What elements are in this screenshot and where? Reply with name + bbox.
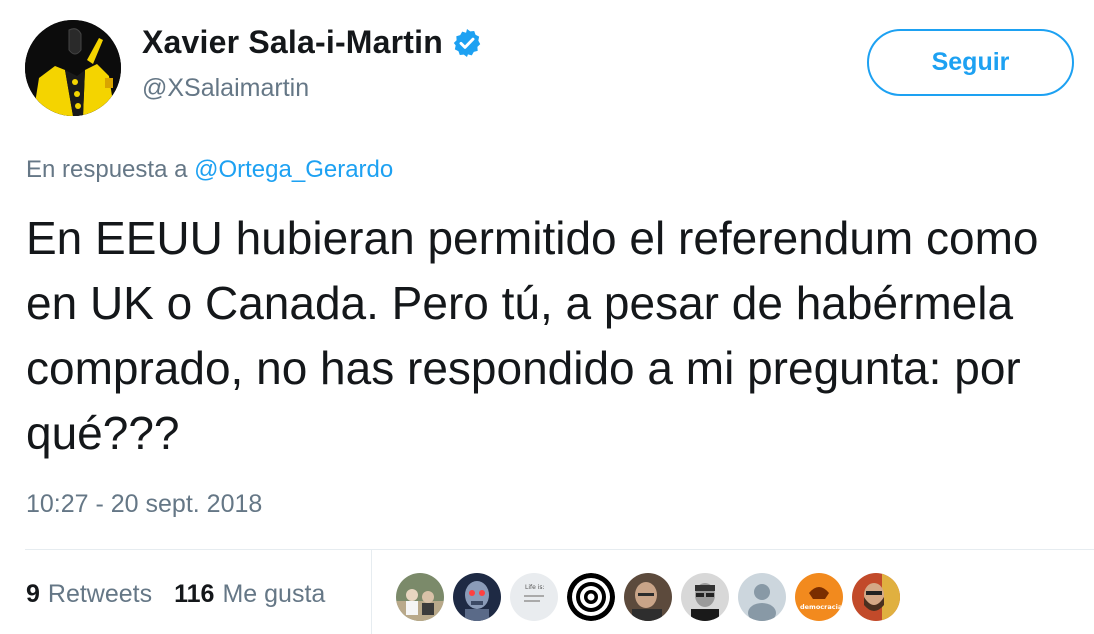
orange-logo-icon: democracia!: [795, 573, 843, 621]
likes-stat[interactable]: 116 Me gusta: [174, 580, 325, 609]
likers-avatars: Life is: democracia!: [396, 573, 900, 621]
author-avatar[interactable]: [25, 20, 121, 116]
reply-context: En respuesta a @Ortega_Gerardo: [26, 156, 393, 184]
retweets-count: 9: [26, 580, 40, 608]
text-card-photo-icon: Life is:: [510, 573, 558, 621]
retweets-stat[interactable]: 9 Retweets: [26, 580, 152, 609]
outdoor-group-photo-icon: [396, 573, 444, 621]
reply-mention-link[interactable]: @Ortega_Gerardo: [194, 156, 393, 183]
tweet-stats: 9 Retweets 116 Me gusta: [26, 580, 347, 609]
robot-photo-icon: [453, 573, 501, 621]
verified-badge-icon: [451, 27, 483, 59]
tweet-text: En EEUU hubieran permitido el referendum…: [26, 212, 1039, 459]
liker-avatar-9[interactable]: [852, 573, 900, 621]
bald-man-photo-icon: [624, 573, 672, 621]
retweets-label: Retweets: [47, 580, 153, 608]
follow-button[interactable]: Seguir: [867, 29, 1074, 96]
author-name[interactable]: Xavier Sala-i-Martin: [142, 24, 443, 61]
text-card-label: Life is:: [525, 584, 545, 591]
liker-avatar-2[interactable]: [453, 573, 501, 621]
author-handle[interactable]: @XSalaimartin: [142, 74, 309, 103]
stats-separator: [371, 550, 372, 634]
divider: [25, 549, 1094, 550]
liker-avatar-8[interactable]: democracia!: [795, 573, 843, 621]
reply-prefix: En respuesta a: [26, 156, 188, 183]
liker-avatar-6[interactable]: [681, 573, 729, 621]
default-avatar-icon: [738, 573, 786, 621]
orange-logo-label: democracia!: [800, 603, 843, 611]
likes-count: 116: [174, 580, 215, 608]
likes-label: Me gusta: [222, 580, 326, 608]
liker-avatar-3[interactable]: Life is:: [510, 573, 558, 621]
tweet-timestamp[interactable]: 10:27 - 20 sept. 2018: [26, 490, 262, 519]
avatar-image: [25, 20, 121, 116]
liker-avatar-7[interactable]: [738, 573, 786, 621]
bearded-man-photo-icon: [852, 573, 900, 621]
liker-avatar-1[interactable]: [396, 573, 444, 621]
liker-avatar-4[interactable]: [567, 573, 615, 621]
concentric-circles-icon: [567, 573, 615, 621]
liker-avatar-5[interactable]: [624, 573, 672, 621]
man-with-glasses-photo-icon: [681, 573, 729, 621]
author-name-row: Xavier Sala-i-Martin: [142, 24, 483, 61]
